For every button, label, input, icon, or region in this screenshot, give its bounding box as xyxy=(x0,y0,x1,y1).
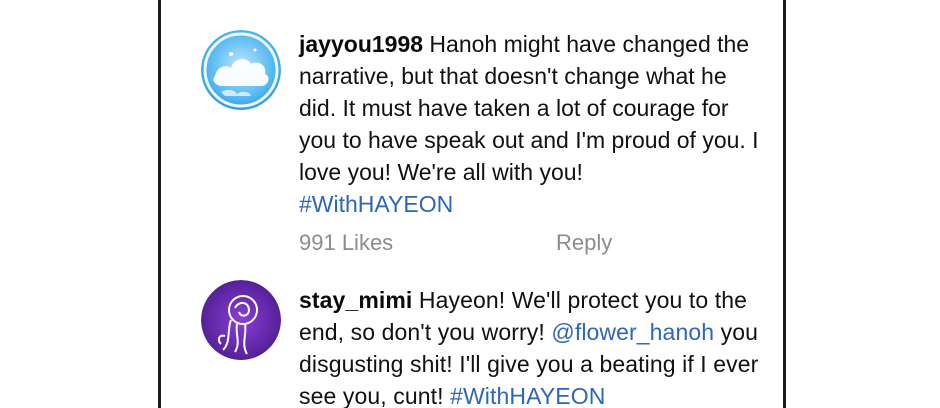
rose-avatar-icon xyxy=(201,280,281,360)
comment-username[interactable]: stay_mimi xyxy=(299,287,412,313)
comments-panel: jayyou1998 Hanoh might have changed the … xyxy=(158,0,786,408)
reply-button[interactable]: Reply xyxy=(556,230,612,256)
previous-comment-meta-fragment xyxy=(581,0,781,6)
comment-body: stay_mimi Hayeon! We'll protect you to t… xyxy=(299,284,769,408)
hashtag-link[interactable]: #WithHAYEON xyxy=(450,383,605,408)
comment-username[interactable]: jayyou1998 xyxy=(299,31,423,57)
avatar[interactable] xyxy=(201,30,281,110)
comment-body: jayyou1998 Hanoh might have changed the … xyxy=(299,28,769,220)
mention-link[interactable]: @flower_hanoh xyxy=(551,319,714,345)
likes-count[interactable]: 991 Likes xyxy=(299,230,393,256)
hashtag-link[interactable]: #WithHAYEON xyxy=(299,191,453,217)
avatar[interactable] xyxy=(201,280,281,360)
sky-cloud-avatar-icon xyxy=(201,30,281,110)
